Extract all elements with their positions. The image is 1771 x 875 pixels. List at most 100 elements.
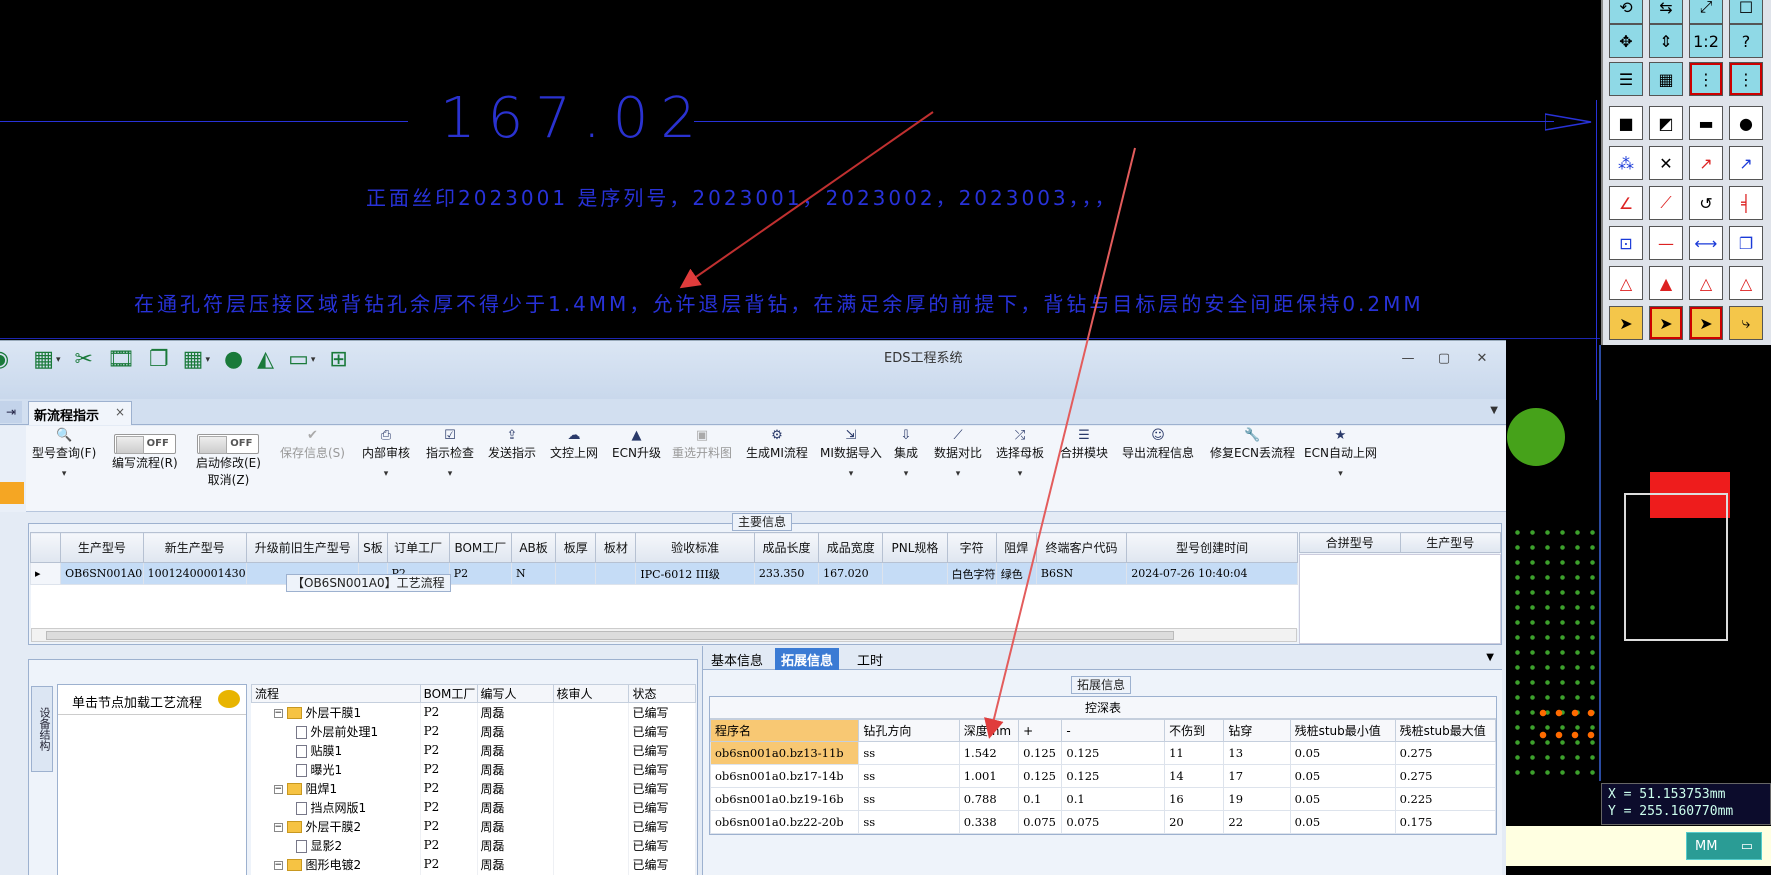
depth-cell[interactable]: ss (858, 764, 960, 788)
tree-row[interactable]: 外层前处理1 P2 周磊 已编写 (251, 721, 696, 741)
depth-cell[interactable]: 0.05 (1289, 810, 1396, 834)
auto-modify-switch[interactable]: OFF (197, 434, 260, 454)
depth-column-header[interactable]: + (1018, 719, 1063, 742)
diagonal-icon[interactable]: ◩ (1649, 106, 1683, 140)
tree-row[interactable]: 贴膜1 P2 周磊 已编写 (251, 740, 696, 760)
globe-icon[interactable]: ◉ (0, 345, 9, 375)
cancel-label[interactable]: 取消(Z) (208, 473, 250, 487)
depth-column-header[interactable]: 程序名 (709, 719, 860, 742)
depth-row[interactable]: ob6sn001a0.bz17-14b ss 1.001 0.125 0.125 14 17… (709, 764, 1497, 788)
tree-row[interactable]: 曝光1 P2 周磊 已编写 (251, 759, 696, 779)
user-icon[interactable]: ● (224, 345, 243, 375)
depth-cell[interactable]: 0.275 (1394, 764, 1497, 788)
route-icon[interactable]: ⤷ (1729, 306, 1763, 340)
triangle4-icon[interactable]: △ (1729, 266, 1763, 300)
tab-basic-info[interactable]: 基本信息 (705, 648, 769, 670)
reselect-button[interactable]: ▣ 重选开料图 (672, 428, 732, 461)
ruler-icon[interactable]: ▬ (1689, 106, 1723, 140)
column-header[interactable]: 终端客户代码 (1035, 532, 1128, 563)
flow-column-header[interactable]: 流程 (251, 684, 421, 703)
upload-doc-button[interactable]: ☁ 文控上网 (550, 428, 598, 461)
table-cell[interactable]: 白色字符 (946, 562, 997, 585)
ecn-upgrade-button[interactable]: ▲ ECN升级 (612, 428, 661, 461)
depth-cell[interactable]: 14 (1164, 764, 1225, 788)
circle-icon[interactable]: ● (1729, 106, 1763, 140)
depth-cell[interactable]: 0.05 (1289, 787, 1396, 811)
depth-cell[interactable]: 0.1 (1018, 787, 1063, 811)
tree-row[interactable]: − 外层干膜2 P2 周磊 已编写 (251, 816, 696, 836)
tree-row[interactable]: − 外层干膜1 P2 周磊 已编写 (251, 702, 696, 722)
merge-header-model[interactable]: 合拼型号 (1299, 532, 1401, 553)
depth-cell[interactable]: 16 (1164, 787, 1225, 811)
depth-cell[interactable]: 19 (1223, 787, 1291, 811)
depth-cell[interactable]: 0.338 (958, 810, 1020, 834)
column-header[interactable]: 生产型号 (60, 532, 144, 563)
tree-row[interactable]: 挡点网版1 P2 周磊 已编写 (251, 797, 696, 817)
depth-cell[interactable]: 1.001 (958, 764, 1020, 788)
column-header[interactable]: 验收标准 (635, 532, 755, 563)
copy-icon[interactable]: ❐ (1729, 226, 1763, 260)
angle-icon[interactable]: ∠ (1609, 186, 1643, 220)
table-cell[interactable]: IPC-6012 III级 (635, 562, 755, 585)
dash-icon[interactable]: — (1649, 226, 1683, 260)
depth-cell[interactable]: ob6sn001a0.bz22-20b (709, 810, 860, 834)
column-header[interactable]: 字符 (946, 532, 997, 563)
question-icon[interactable]: ? (1729, 24, 1763, 58)
unit-select[interactable]: MM ▭ (1686, 832, 1762, 860)
flow-vtab[interactable]: 设备结构 (31, 686, 53, 772)
pointer2-icon[interactable]: ➤ (1649, 306, 1683, 340)
column-header[interactable]: 订单工厂 (386, 532, 450, 563)
dim-icon[interactable]: ⟷ (1689, 226, 1723, 260)
flow-column-header[interactable]: 编写人 (476, 684, 554, 703)
flow-column-header[interactable]: 状态 (628, 684, 696, 703)
table-cell[interactable]: 10012400001430 (142, 562, 248, 585)
pointer-icon[interactable]: ➤ (1609, 306, 1643, 340)
net-select-icon[interactable]: ⋮ (1729, 62, 1763, 96)
collapse-icon[interactable]: − (273, 708, 283, 718)
cross-icon[interactable]: ✕ (1649, 146, 1683, 180)
chart-icon[interactable]: ◭ (257, 345, 274, 375)
gen-mi-button[interactable]: ⚙ 生成MI流程 (746, 428, 808, 461)
depth-cell[interactable]: 0.125 (1061, 764, 1166, 788)
horizontal-scrollbar[interactable] (31, 628, 1297, 642)
depth-cell[interactable]: 0.175 (1394, 810, 1497, 834)
depth-cell[interactable]: 0.05 (1289, 741, 1396, 765)
flip-icon[interactable]: ⇆ (1649, 0, 1683, 24)
flow-column-header[interactable]: BOM工厂 (419, 684, 478, 703)
login-icon[interactable]: ⇥ (0, 401, 22, 423)
tree-row[interactable]: − 图形电镀2 P2 周磊 已编写 (251, 854, 696, 874)
column-header[interactable]: 阻焊 (995, 532, 1037, 563)
integrate-button[interactable]: ⇩ 集成 ▾ (894, 428, 918, 479)
depth-cell[interactable]: ss (858, 787, 960, 811)
depth-column-header[interactable]: 钻孔方向 (858, 719, 960, 742)
ecn-auto-button[interactable]: ★ ECN自动上网 ▾ (1304, 428, 1377, 479)
depth-cell[interactable]: 20 (1164, 810, 1225, 834)
table-cell[interactable]: 2024-07-26 10:40:04 (1126, 562, 1298, 585)
film-icon[interactable]: 🎞 (107, 345, 135, 375)
column-header[interactable]: S板 (358, 532, 388, 563)
point-icon[interactable]: ↗ (1689, 146, 1723, 180)
depth-column-header[interactable]: 残桩stub最大值 (1394, 719, 1497, 742)
collapse-icon[interactable]: − (273, 860, 283, 870)
depth-cell[interactable]: 0.1 (1061, 787, 1166, 811)
table-cell[interactable] (882, 562, 948, 585)
table-cell[interactable]: N (510, 562, 557, 585)
apps-icon[interactable]: ▦ ▾ (183, 345, 210, 375)
point2-icon[interactable]: ↗ (1729, 146, 1763, 180)
triangle2-icon[interactable]: ▲ (1649, 266, 1683, 300)
layers-icon[interactable]: ☰ (1609, 62, 1643, 96)
column-header[interactable]: 板材 (595, 532, 637, 563)
select-board-button[interactable]: ⤮ 选择母板 ▾ (996, 428, 1044, 479)
merge-header-prod[interactable]: 生产型号 (1399, 532, 1501, 553)
depth-cell[interactable]: 17 (1223, 764, 1291, 788)
depth-cell[interactable]: 11 (1164, 741, 1225, 765)
column-header[interactable]: 板厚 (555, 532, 597, 563)
tab-work-hours[interactable]: 工时 (851, 648, 889, 670)
minimize-button[interactable]: — (1398, 351, 1418, 366)
depth-row[interactable]: ob6sn001a0.bz19-16b ss 0.788 0.1 0.1 16 19 0.05… (709, 787, 1497, 811)
tab-menu-icon[interactable]: ▼ (1490, 405, 1498, 416)
compare-button[interactable]: ⟋ 数据对比 ▾ (934, 428, 982, 479)
tab-extended-info[interactable]: 拓展信息 (775, 648, 840, 670)
table-cell[interactable]: 绿色 (995, 562, 1037, 585)
pointer3-icon[interactable]: ➤ (1689, 306, 1723, 340)
